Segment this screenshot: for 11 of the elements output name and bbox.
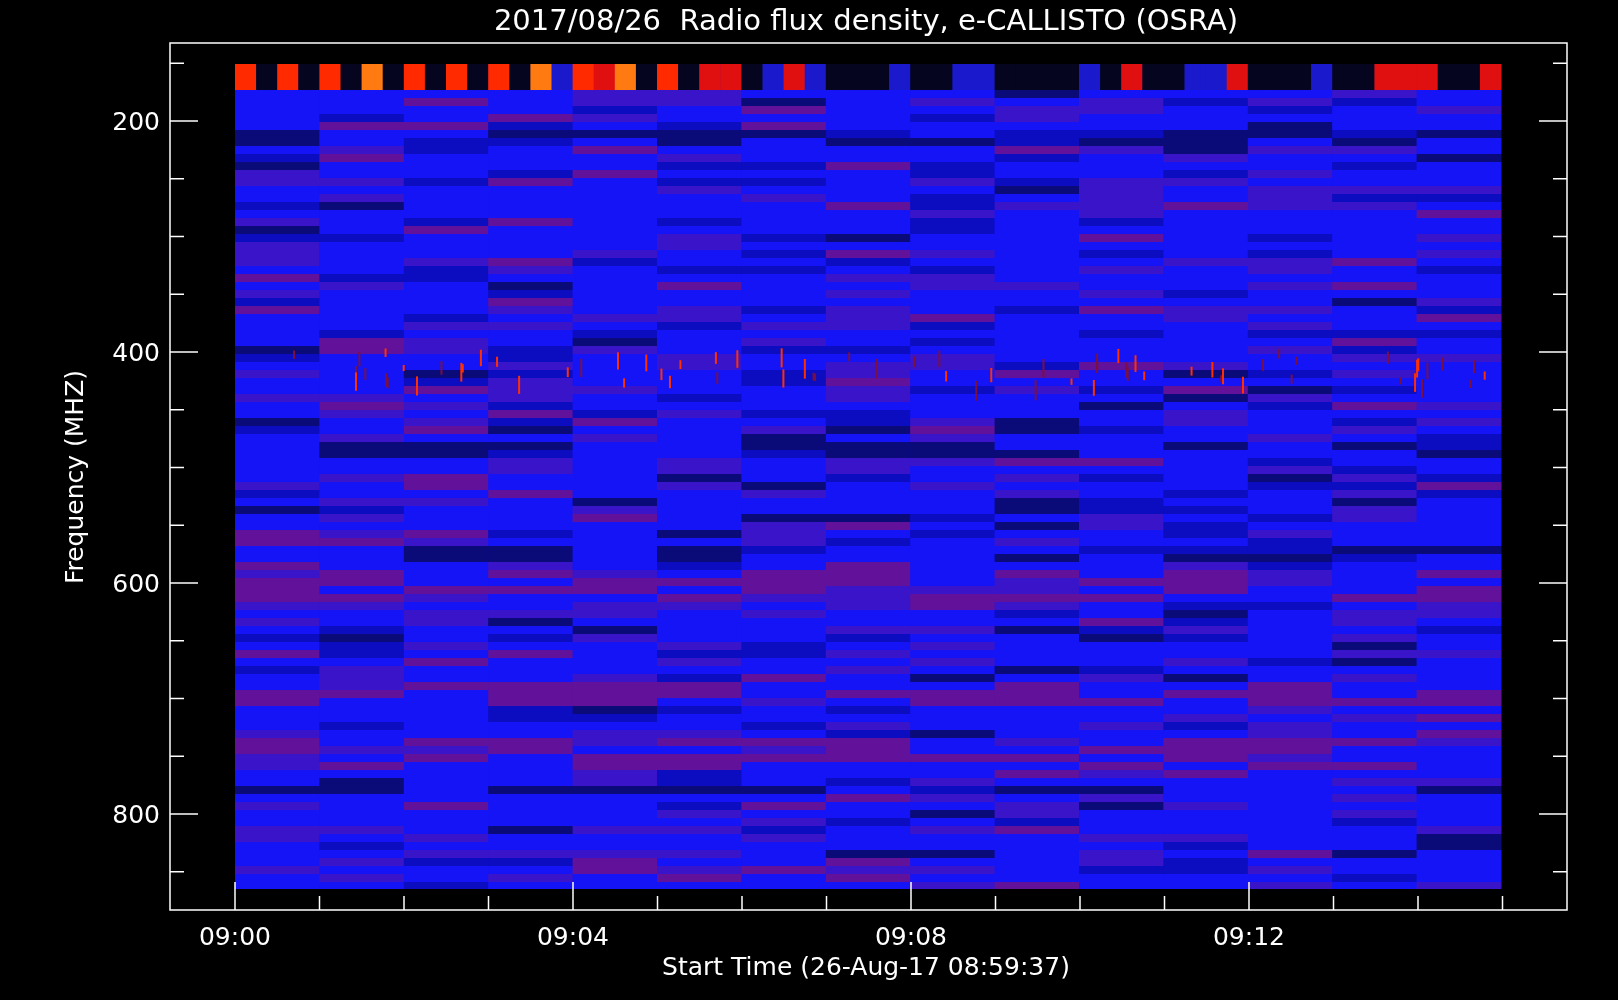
tick-label: 09:04 (537, 922, 609, 951)
plot-title: 2017/08/26 Radio flux density, e-CALLISTO (OSRA) (493, 3, 1239, 37)
tick-label: 400 (112, 338, 160, 367)
tick-label: 09:12 (1213, 922, 1285, 951)
tick-label: 600 (112, 569, 160, 598)
tick-label: 09:00 (199, 922, 271, 951)
axis-label: Frequency (MHZ) (60, 369, 89, 585)
tick-label: 800 (112, 800, 160, 829)
axis-label: Start Time (26-Aug-17 08:59:37) (662, 952, 1070, 981)
tick-label: 09:08 (875, 922, 947, 951)
tick-label: 200 (112, 107, 160, 136)
